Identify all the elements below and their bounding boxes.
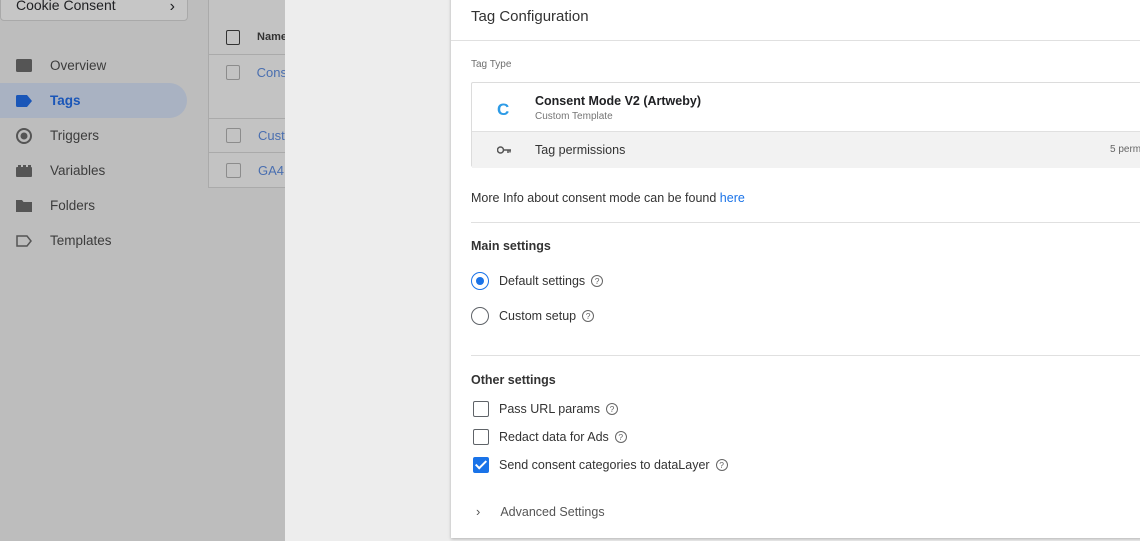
advanced-settings-label: Advanced Settings (500, 504, 605, 519)
sidebar-nav: Overview Tags Triggers Variables Folders (0, 48, 208, 258)
sidebar-item-overview[interactable]: Overview (0, 48, 208, 83)
divider (451, 40, 1140, 41)
redact-data-option[interactable]: Redact data for Ads ? (471, 429, 627, 445)
send-consent-categories-option[interactable]: Send consent categories to dataLayer ? (471, 457, 728, 473)
folder-icon (15, 197, 33, 215)
tag-name-link[interactable]: Cust (258, 128, 285, 143)
overview-icon (15, 57, 33, 75)
advanced-settings-toggle[interactable]: › Advanced Settings (476, 504, 605, 519)
checkbox-label: Send consent categories to dataLayer (499, 458, 710, 472)
sidebar-item-label: Tags (50, 93, 81, 108)
workspace-name: Cookie Consent (16, 0, 116, 13)
help-icon[interactable]: ? (614, 431, 627, 443)
sidebar-item-templates[interactable]: Templates (0, 223, 208, 258)
more-info-link[interactable]: here (720, 191, 745, 205)
tag-list-header: Name (209, 20, 287, 55)
column-header-name: Name (257, 31, 287, 43)
tag-type-box[interactable]: C Consent Mode V2 (Artweby) Custom Templ… (471, 82, 1140, 168)
sidebar-item-label: Variables (50, 163, 106, 178)
sidebar-item-variables[interactable]: Variables (0, 153, 208, 188)
pass-url-params-checkbox[interactable] (473, 401, 489, 417)
other-settings-title: Other settings (471, 373, 556, 387)
sidebar-item-folders[interactable]: Folders (0, 188, 208, 223)
tag-permissions-label: Tag permissions (535, 143, 626, 157)
variables-icon (15, 162, 33, 180)
template-icon (15, 232, 33, 250)
default-settings-option[interactable]: Default settings ? (471, 272, 604, 290)
sidebar-item-label: Triggers (50, 128, 100, 143)
redact-data-checkbox[interactable] (473, 429, 489, 445)
help-icon[interactable]: ? (715, 459, 728, 471)
sidebar-item-label: Folders (50, 198, 96, 213)
workspace-selector[interactable]: Cookie Consent › (0, 0, 188, 21)
tag-type-name: Consent Mode V2 (Artweby) (535, 94, 701, 108)
main-settings-title: Main settings (471, 239, 551, 253)
radio-label: Default settings (499, 274, 586, 288)
tag-name-link[interactable]: GA4 (258, 163, 284, 178)
table-row[interactable]: Cust (209, 119, 287, 153)
help-icon[interactable]: ? (591, 275, 604, 287)
checkbox-label: Pass URL params (499, 402, 600, 416)
help-icon[interactable]: ? (605, 403, 618, 415)
divider (471, 355, 1140, 356)
more-info-label: More Info about consent mode can be foun… (471, 191, 717, 205)
tag-type-label: Tag Type (471, 59, 512, 70)
radio-label: Custom setup (499, 309, 577, 323)
chevron-right-icon: › (169, 0, 175, 15)
tag-permissions-row[interactable]: Tag permissions 5 perm (472, 131, 1140, 168)
sidebar: Cookie Consent › Overview Tags Triggers (0, 0, 208, 541)
trigger-icon (15, 127, 33, 145)
sidebar-item-triggers[interactable]: Triggers (0, 118, 208, 153)
row-checkbox[interactable] (226, 128, 241, 143)
row-checkbox[interactable] (226, 162, 241, 178)
key-icon (496, 143, 511, 158)
tag-type-subtitle: Custom Template (535, 111, 613, 122)
permissions-count: 5 perm (1110, 144, 1140, 155)
custom-setup-option[interactable]: Custom setup ? (471, 307, 595, 325)
sidebar-item-label: Overview (50, 58, 107, 73)
row-checkbox[interactable] (226, 65, 240, 80)
chevron-right-icon: › (476, 504, 481, 519)
divider (471, 222, 1140, 223)
send-consent-categories-checkbox[interactable] (473, 457, 489, 473)
default-settings-radio[interactable] (471, 272, 489, 290)
card-title: Tag Configuration (471, 8, 589, 25)
table-row[interactable]: GA4 (209, 153, 287, 187)
tag-editor-sheet: Tag Configuration Tag Type C Consent Mod… (285, 0, 1140, 541)
table-row[interactable]: Cons (209, 55, 287, 119)
select-all-checkbox[interactable] (226, 29, 241, 45)
custom-setup-radio[interactable] (471, 307, 489, 325)
tag-configuration-card: Tag Configuration Tag Type C Consent Mod… (451, 0, 1140, 538)
help-icon[interactable]: ? (582, 310, 595, 322)
template-logo-icon: C (497, 100, 510, 119)
tag-list: Name Cons Cust GA4 (208, 0, 287, 188)
checkbox-label: Redact data for Ads (499, 430, 609, 444)
pass-url-params-option[interactable]: Pass URL params ? (471, 401, 618, 417)
tag-icon (15, 92, 33, 110)
more-info-text: More Info about consent mode can be foun… (471, 191, 745, 205)
tag-name-link[interactable]: Cons (257, 65, 287, 80)
sidebar-item-tags[interactable]: Tags (0, 83, 187, 118)
sidebar-item-label: Templates (50, 233, 112, 248)
